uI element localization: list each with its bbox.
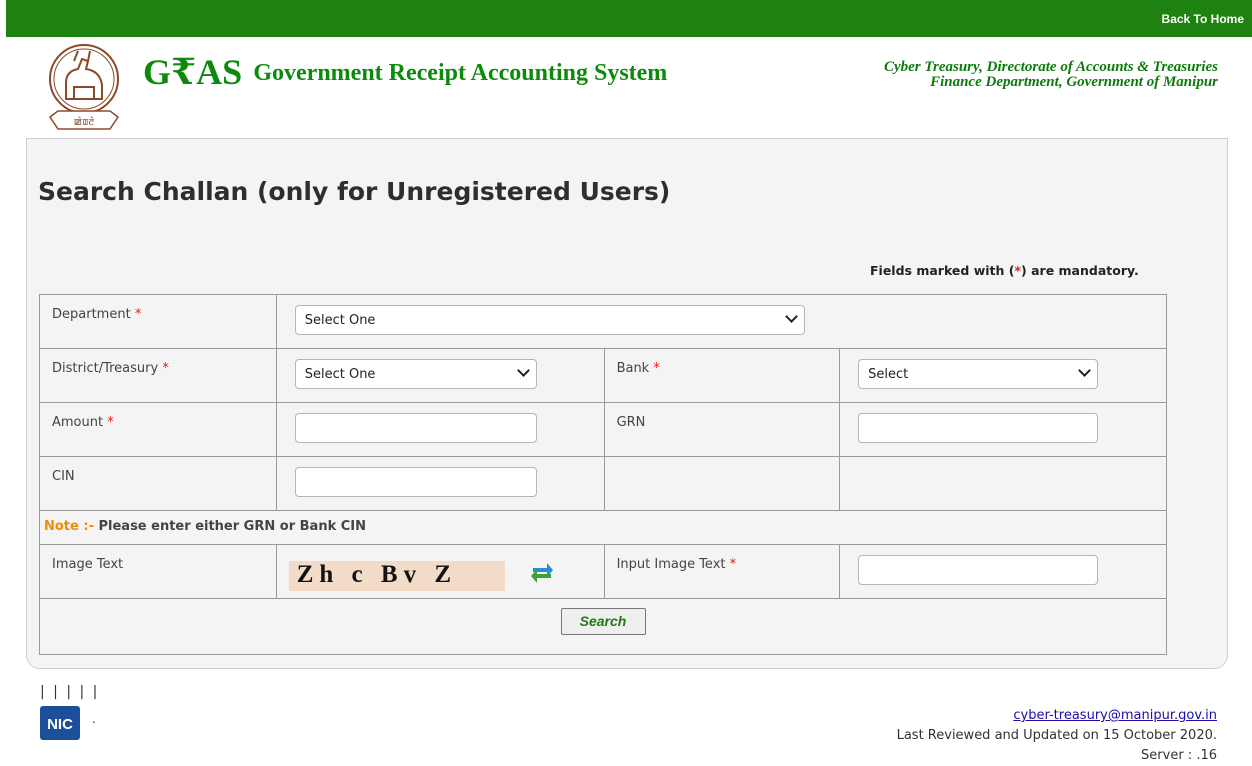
captcha-input[interactable] bbox=[858, 555, 1099, 585]
mandatory-suffix: ) are mandatory. bbox=[1021, 263, 1139, 278]
back-to-home-link[interactable]: Back To Home bbox=[1162, 12, 1244, 26]
district-select-value: Select One bbox=[304, 367, 376, 382]
chevron-down-icon bbox=[516, 364, 530, 377]
grn-label: GRN bbox=[603, 402, 841, 457]
last-reviewed: Last Reviewed and Updated on 15 October … bbox=[896, 728, 1217, 743]
district-select[interactable]: Select One bbox=[294, 359, 537, 389]
emblem-caption: ꯀꯥꯡꯂꯥ bbox=[74, 116, 95, 128]
mandatory-prefix: Fields marked with ( bbox=[870, 263, 1015, 278]
department-select-value: Select One bbox=[304, 313, 376, 328]
captcha-image: Zh c Bv Z bbox=[288, 561, 505, 591]
bank-select-value: Select bbox=[868, 367, 909, 382]
refresh-captcha-icon[interactable] bbox=[529, 559, 555, 585]
bank-select[interactable]: Select bbox=[858, 359, 1099, 389]
grn-input[interactable] bbox=[858, 413, 1099, 443]
footer-dot: . bbox=[92, 712, 96, 726]
footer-info: cyber-treasury@manipur.gov.in Last Revie… bbox=[897, 706, 1217, 766]
search-panel: Search Challan (only for Unregistered Us… bbox=[26, 138, 1228, 669]
page-title: Search Challan (only for Unregistered Us… bbox=[38, 177, 671, 206]
amount-input[interactable] bbox=[294, 413, 537, 443]
chevron-down-icon bbox=[1078, 364, 1092, 377]
note-prefix: Note :- bbox=[44, 519, 94, 534]
dept-line-1: Cyber Treasury, Directorate of Accounts … bbox=[883, 59, 1218, 75]
email-link[interactable]: cyber-treasury@manipur.gov.in bbox=[1013, 708, 1217, 723]
mandatory-note: Fields marked with (*) are mandatory. bbox=[870, 263, 1139, 278]
server-info: Server : .16 bbox=[1141, 748, 1217, 763]
image-text-label: Image Text bbox=[39, 544, 277, 599]
search-form: Department * Select One District/Treasur… bbox=[39, 294, 1168, 655]
brand-tagline: Government Receipt Accounting System bbox=[253, 60, 668, 86]
top-bar: Back To Home bbox=[6, 0, 1252, 37]
dept-line-2: Finance Department, Government of Manipu… bbox=[930, 74, 1218, 90]
cin-input[interactable] bbox=[294, 467, 537, 497]
department-select[interactable]: Select One bbox=[294, 305, 805, 335]
gras-logo: G₹AS bbox=[143, 52, 243, 92]
district-label: District/Treasury * bbox=[39, 348, 277, 403]
brand: G₹AS Government Receipt Accounting Syste… bbox=[143, 51, 667, 93]
svg-text:NIC: NIC bbox=[47, 716, 73, 733]
note-text: Please enter either GRN or Bank CIN bbox=[93, 519, 367, 534]
grn-cin-note: Note :- Please enter either GRN or Bank … bbox=[39, 510, 1167, 545]
input-image-text-label: Input Image Text * bbox=[603, 544, 841, 599]
rupee-glyph: ₹ bbox=[171, 52, 197, 92]
nic-logo-icon: NIC bbox=[40, 706, 80, 740]
footer-pipes: | | | | | bbox=[40, 684, 100, 700]
department-label: Department * bbox=[39, 294, 277, 349]
department-heading: Cyber Treasury, Directorate of Accounts … bbox=[884, 60, 1218, 90]
search-button[interactable]: Search bbox=[560, 608, 646, 635]
bank-label: Bank * bbox=[603, 348, 841, 403]
cin-label: CIN bbox=[39, 456, 277, 511]
manipur-emblem-icon: ꯀꯥꯡꯂꯥ bbox=[48, 44, 120, 130]
amount-label: Amount * bbox=[39, 402, 277, 457]
chevron-down-icon bbox=[784, 310, 798, 323]
